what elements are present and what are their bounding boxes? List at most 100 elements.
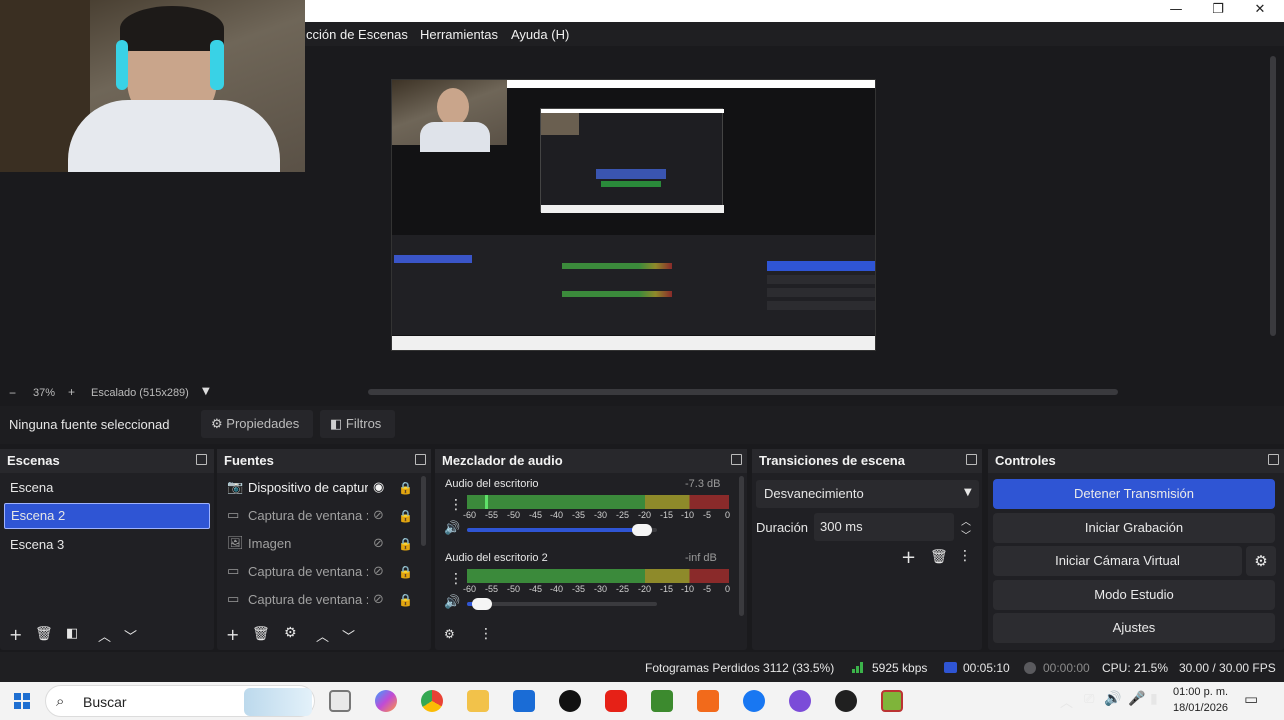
duration-field[interactable]: 300 ms	[814, 513, 954, 541]
undock-icon[interactable]	[966, 454, 977, 465]
stop-streaming-button[interactable]: Detener Transmisión	[993, 479, 1275, 509]
eye-icon[interactable]: ◉	[373, 474, 384, 502]
trash-icon[interactable]: 🗑	[35, 626, 53, 642]
preview-scrollbar[interactable]	[368, 389, 1118, 395]
scene-item[interactable]: Escena 3	[4, 531, 210, 559]
scene-item[interactable]: Escena	[4, 474, 210, 502]
add-scene-icon[interactable]: +	[9, 625, 22, 644]
move-up-icon[interactable]: ︿	[316, 626, 329, 645]
volume-knob[interactable]	[472, 598, 492, 610]
scale-dropdown-icon[interactable]: ▼	[202, 386, 210, 397]
channel-menu-icon[interactable]: ⋮	[449, 497, 463, 513]
restore-button[interactable]: ❐	[1196, 0, 1240, 22]
app-orange-icon[interactable]	[697, 690, 719, 712]
tray-chevron-icon[interactable]: ︿	[1060, 692, 1073, 711]
microphone-icon[interactable]: 🎤	[1128, 691, 1145, 707]
chrome-icon[interactable]	[421, 690, 443, 712]
speaker-icon[interactable]: 🔊	[444, 521, 460, 536]
transition-menu-icon[interactable]: ⋮	[958, 548, 972, 564]
eye-hidden-icon[interactable]: ⊘	[373, 586, 384, 614]
add-source-icon[interactable]: +	[226, 625, 239, 644]
mixer-settings-icon[interactable]: ⚙	[444, 627, 455, 641]
lock-icon[interactable]: 🔒	[398, 502, 413, 530]
eye-hidden-icon[interactable]: ⊘	[373, 502, 384, 530]
speaker-icon[interactable]: 🔊	[444, 595, 460, 610]
undock-icon[interactable]	[731, 454, 742, 465]
mixer-scrollbar[interactable]	[739, 476, 744, 616]
start-recording-button[interactable]: Iniciar Grabación	[993, 513, 1275, 543]
outlook-icon[interactable]	[513, 690, 535, 712]
scene-item-selected[interactable]: Escena 2	[4, 503, 210, 529]
settings-button[interactable]: Ajustes	[993, 613, 1275, 643]
menu-scene-collection[interactable]: cción de Escenas	[306, 27, 408, 42]
lock-icon[interactable]: 🔒	[398, 474, 413, 502]
clock-date[interactable]: 18/01/2026	[1173, 702, 1228, 714]
tiktok-icon[interactable]	[559, 690, 581, 712]
mixer-menu-icon[interactable]: ⋮	[479, 626, 493, 642]
close-button[interactable]: ✕	[1238, 0, 1282, 22]
dropped-frames: Fotogramas Perdidos 3112 (33.5%)	[645, 661, 835, 675]
duration-increment-icon[interactable]: ︿	[961, 513, 971, 528]
nested-titlebar	[507, 80, 875, 88]
source-item[interactable]: ▭ Captura de ventana : ⊘ 🔒	[221, 502, 417, 530]
youtube-icon[interactable]	[605, 690, 627, 712]
properties-button[interactable]: ⚙ Propiedades	[201, 410, 313, 438]
minecraft-icon[interactable]	[651, 690, 673, 712]
volume-icon[interactable]: 🔊	[1104, 691, 1121, 707]
filters-button[interactable]: ◧ Filtros	[320, 410, 395, 438]
volume-slider[interactable]	[467, 524, 657, 536]
menu-help[interactable]: Ayuda (H)	[511, 27, 569, 42]
facebook-icon[interactable]	[743, 690, 765, 712]
trash-icon[interactable]: 🗑	[252, 626, 270, 642]
transition-select[interactable]: Desvanecimiento ▼	[756, 480, 979, 508]
volume-knob[interactable]	[632, 524, 652, 536]
preview-vscrollbar[interactable]	[1270, 56, 1276, 336]
virtual-camera-button[interactable]: Iniciar Cámara Virtual	[993, 546, 1242, 576]
undock-icon[interactable]	[415, 454, 426, 465]
clock-time[interactable]: 01:00 p. m.	[1173, 686, 1228, 698]
move-up-icon[interactable]: ︿	[98, 626, 111, 645]
source-item[interactable]: ▭ Captura de ventana : ⊘ 🔒	[221, 586, 417, 614]
task-view-icon[interactable]	[329, 690, 351, 712]
windows-start-icon[interactable]	[14, 693, 30, 709]
battery-icon[interactable]: ▮	[1150, 691, 1158, 707]
minimize-button[interactable]: —	[1154, 0, 1198, 22]
taskbar-search[interactable]: ⌕ Buscar	[45, 685, 315, 717]
game-icon[interactable]	[881, 690, 903, 712]
undock-icon[interactable]	[1268, 454, 1279, 465]
copilot-icon[interactable]	[375, 690, 397, 712]
controls-title: Controles	[988, 449, 1284, 473]
network-icon[interactable]: ⎚	[1084, 692, 1094, 707]
file-explorer-icon[interactable]	[467, 690, 489, 712]
zoom-in-button[interactable]: +	[68, 385, 75, 399]
lock-icon[interactable]: 🔒	[398, 530, 413, 558]
scale-tick: -40	[550, 510, 564, 520]
channel-menu-icon[interactable]: ⋮	[449, 571, 463, 587]
undock-icon[interactable]	[196, 454, 207, 465]
eye-hidden-icon[interactable]: ⊘	[373, 558, 384, 586]
source-label: Imagen	[248, 536, 292, 551]
add-transition-icon[interactable]: +	[901, 547, 916, 568]
menu-tools[interactable]: Herramientas	[420, 27, 498, 42]
lock-icon[interactable]: 🔒	[398, 586, 413, 614]
lock-icon[interactable]: 🔒	[398, 558, 413, 586]
volume-slider[interactable]	[467, 598, 657, 610]
studio-mode-button[interactable]: Modo Estudio	[993, 580, 1275, 610]
source-item[interactable]: 📷 Dispositivo de captur ◉ 🔒	[221, 474, 417, 502]
preview-canvas[interactable]	[391, 79, 876, 351]
move-down-icon[interactable]: ﹀	[342, 626, 355, 645]
gear-icon[interactable]: ⚙	[284, 625, 297, 641]
messenger-icon[interactable]	[789, 690, 811, 712]
source-item[interactable]: ▭ Captura de ventana : ⊘ 🔒	[221, 558, 417, 586]
gear-icon[interactable]: ⚙	[1246, 546, 1276, 576]
eye-hidden-icon[interactable]: ⊘	[373, 530, 384, 558]
move-down-icon[interactable]: ﹀	[124, 626, 137, 645]
duration-decrement-icon[interactable]: ﹀	[961, 527, 971, 542]
trash-icon[interactable]: 🗑	[930, 549, 948, 565]
sources-scrollbar[interactable]	[421, 476, 426, 546]
scene-filter-icon[interactable]: ◧	[66, 626, 78, 641]
zoom-out-button[interactable]: −	[9, 386, 16, 400]
source-item[interactable]: 🖼 Imagen ⊘ 🔒	[221, 530, 417, 558]
obs-icon[interactable]	[835, 690, 857, 712]
notifications-icon[interactable]: ▭	[1244, 690, 1258, 708]
